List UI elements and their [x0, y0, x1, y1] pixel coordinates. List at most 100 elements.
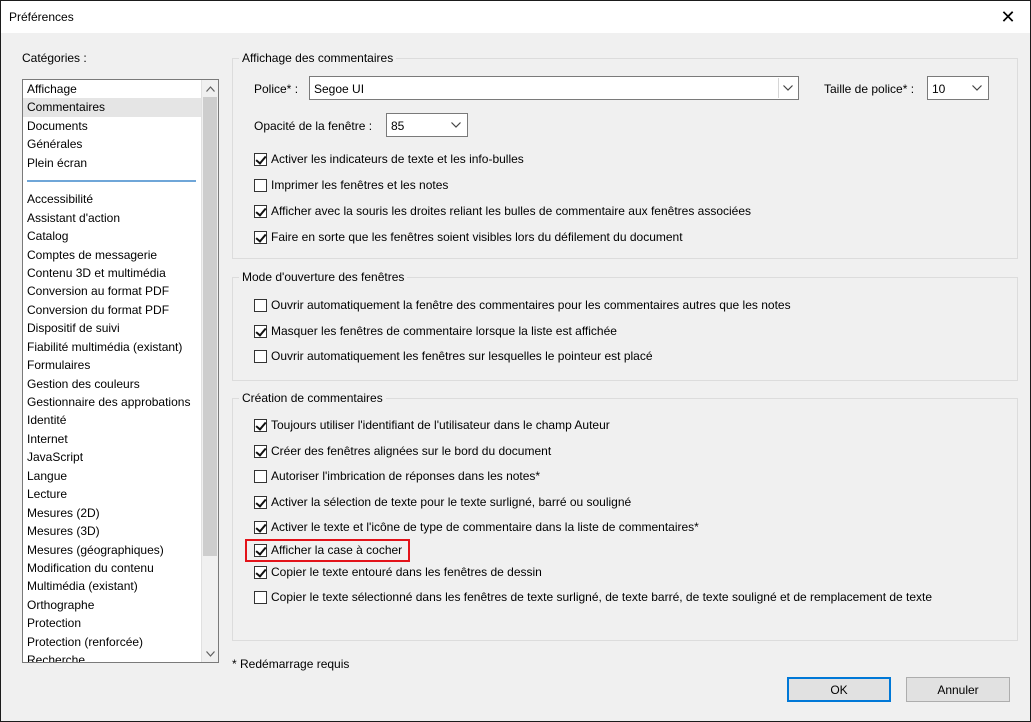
- checkbox-row[interactable]: Activer les indicateurs de texte et les …: [254, 151, 524, 167]
- checkbox-label: Créer des fenêtres alignées sur le bord …: [271, 444, 552, 458]
- checkbox-label: Toujours utiliser l'identifiant de l'uti…: [271, 418, 610, 432]
- category-item[interactable]: Langue: [23, 467, 201, 485]
- checkbox-row[interactable]: Créer des fenêtres alignées sur le bord …: [254, 443, 551, 459]
- category-item[interactable]: Formulaires: [23, 356, 201, 374]
- taille-select[interactable]: 10: [927, 76, 989, 100]
- opacite-label: Opacité de la fenêtre :: [254, 119, 373, 133]
- checkbox-row[interactable]: Imprimer les fenêtres et les notes: [254, 177, 448, 193]
- category-item[interactable]: Protection: [23, 614, 201, 632]
- category-item-commentaires[interactable]: Commentaires: [23, 98, 201, 117]
- category-item[interactable]: Mesures (3D): [23, 522, 201, 540]
- checkbox-row[interactable]: Afficher la case à cocher: [254, 542, 402, 558]
- opacite-select[interactable]: 85: [386, 113, 468, 137]
- category-separator-row: [23, 172, 201, 190]
- checkbox-row[interactable]: Toujours utiliser l'identifiant de l'uti…: [254, 417, 610, 433]
- checkbox[interactable]: [254, 543, 267, 557]
- category-item-plein-ecran[interactable]: Plein écran: [23, 154, 201, 172]
- group-ouverture-title: Mode d'ouverture des fenêtres: [239, 270, 408, 284]
- checkbox[interactable]: [254, 298, 267, 312]
- checkbox[interactable]: [254, 590, 267, 604]
- checkbox-label: Activer les indicateurs de texte et les …: [271, 152, 524, 166]
- category-item[interactable]: Recherche: [23, 651, 201, 662]
- scroll-up-icon[interactable]: [202, 80, 218, 97]
- checkbox[interactable]: [254, 469, 267, 483]
- taille-label: Taille de police* :: [824, 82, 915, 96]
- category-item-documents[interactable]: Documents: [23, 117, 201, 135]
- taille-value: 10: [932, 82, 946, 96]
- category-item[interactable]: Conversion au format PDF: [23, 282, 201, 300]
- checkbox[interactable]: [254, 349, 267, 363]
- checkbox-row[interactable]: Faire en sorte que les fenêtres soient v…: [254, 229, 683, 245]
- categories-list[interactable]: Affichage Commentaires Documents Général…: [22, 79, 219, 663]
- preferences-dialog: Préférences ✕ Catégories : Affichage Com…: [0, 0, 1031, 722]
- category-item[interactable]: Protection (renforcée): [23, 633, 201, 651]
- cancel-button[interactable]: Annuler: [906, 677, 1010, 702]
- chevron-down-icon: [447, 115, 465, 135]
- scroll-down-icon[interactable]: [202, 645, 218, 662]
- category-item[interactable]: JavaScript: [23, 448, 201, 466]
- checkbox-label: Copier le texte entouré dans les fenêtre…: [271, 565, 542, 579]
- category-separator: [27, 180, 196, 183]
- checkbox-row[interactable]: Ouvrir automatiquement la fenêtre des co…: [254, 297, 791, 313]
- group-affichage-title: Affichage des commentaires: [239, 51, 397, 65]
- scroll-thumb[interactable]: [203, 97, 217, 556]
- restart-note: * Redémarrage requis: [232, 657, 350, 671]
- category-item[interactable]: Dispositif de suivi: [23, 319, 201, 337]
- category-item[interactable]: Fiabilité multimédia (existant): [23, 338, 201, 356]
- category-item[interactable]: Modification du contenu: [23, 559, 201, 577]
- category-item[interactable]: Identité: [23, 411, 201, 429]
- category-item[interactable]: Internet: [23, 430, 201, 448]
- category-item[interactable]: Catalog: [23, 227, 201, 245]
- category-item[interactable]: Orthographe: [23, 596, 201, 614]
- category-item[interactable]: Lecture: [23, 485, 201, 503]
- checkbox[interactable]: [254, 418, 267, 432]
- checkbox-row[interactable]: Copier le texte entouré dans les fenêtre…: [254, 564, 542, 580]
- checkbox[interactable]: [254, 178, 267, 192]
- category-item[interactable]: Assistant d'action: [23, 209, 201, 227]
- category-item[interactable]: Gestionnaire des approbations: [23, 393, 201, 411]
- category-item[interactable]: Multimédia (existant): [23, 577, 201, 595]
- police-select[interactable]: Segoe UI: [309, 76, 799, 100]
- category-item[interactable]: Conversion du format PDF: [23, 301, 201, 319]
- checkbox[interactable]: [254, 230, 267, 244]
- police-value: Segoe UI: [314, 82, 365, 96]
- chevron-down-icon: [968, 78, 986, 98]
- checkbox-row[interactable]: Ouvrir automatiquement les fenêtres sur …: [254, 348, 653, 364]
- checkbox[interactable]: [254, 324, 267, 338]
- categories-items: Affichage Commentaires Documents Général…: [23, 80, 201, 662]
- category-item[interactable]: Mesures (géographiques): [23, 541, 201, 559]
- checkbox[interactable]: [254, 204, 267, 218]
- checkbox-label: Copier le texte sélectionné dans les fen…: [271, 590, 933, 604]
- opacite-value: 85: [391, 119, 405, 133]
- category-item[interactable]: Accessibilité: [23, 190, 201, 208]
- category-item[interactable]: Gestion des couleurs: [23, 375, 201, 393]
- close-icon[interactable]: ✕: [986, 1, 1030, 33]
- checkbox[interactable]: [254, 495, 267, 509]
- checkbox-row[interactable]: Activer le texte et l'icône de type de c…: [254, 519, 699, 535]
- checkbox-row[interactable]: Autoriser l'imbrication de réponses dans…: [254, 468, 540, 484]
- category-item[interactable]: Comptes de messagerie: [23, 246, 201, 264]
- checkbox[interactable]: [254, 444, 267, 458]
- ok-button[interactable]: OK: [787, 677, 891, 702]
- chevron-down-icon: [778, 78, 796, 98]
- checkbox-row[interactable]: Copier le texte sélectionné dans les fen…: [254, 589, 932, 605]
- checkbox-label: Autoriser l'imbrication de réponses dans…: [271, 469, 541, 483]
- checkbox-label: Afficher la case à cocher: [271, 543, 403, 557]
- checkbox[interactable]: [254, 152, 267, 166]
- checkbox-label: Ouvrir automatiquement la fenêtre des co…: [271, 298, 791, 312]
- checkbox-label: Afficher avec la souris les droites reli…: [271, 204, 752, 218]
- checkbox-row[interactable]: Afficher avec la souris les droites reli…: [254, 203, 751, 219]
- group-creation-title: Création de commentaires: [239, 391, 386, 405]
- checkbox-row[interactable]: Activer la sélection de texte pour le te…: [254, 494, 631, 510]
- checkbox-row[interactable]: Masquer les fenêtres de commentaire lors…: [254, 323, 617, 339]
- categories-scrollbar[interactable]: [201, 80, 218, 662]
- title-bar: Préférences ✕: [1, 1, 1030, 33]
- checkbox[interactable]: [254, 520, 267, 534]
- category-item[interactable]: Mesures (2D): [23, 504, 201, 522]
- checkbox-label: Imprimer les fenêtres et les notes: [271, 178, 449, 192]
- category-item[interactable]: Contenu 3D et multimédia: [23, 264, 201, 282]
- checkbox[interactable]: [254, 565, 267, 579]
- category-item-generales[interactable]: Générales: [23, 135, 201, 153]
- checkbox-label: Faire en sorte que les fenêtres soient v…: [271, 230, 683, 244]
- category-item-affichage[interactable]: Affichage: [23, 80, 201, 98]
